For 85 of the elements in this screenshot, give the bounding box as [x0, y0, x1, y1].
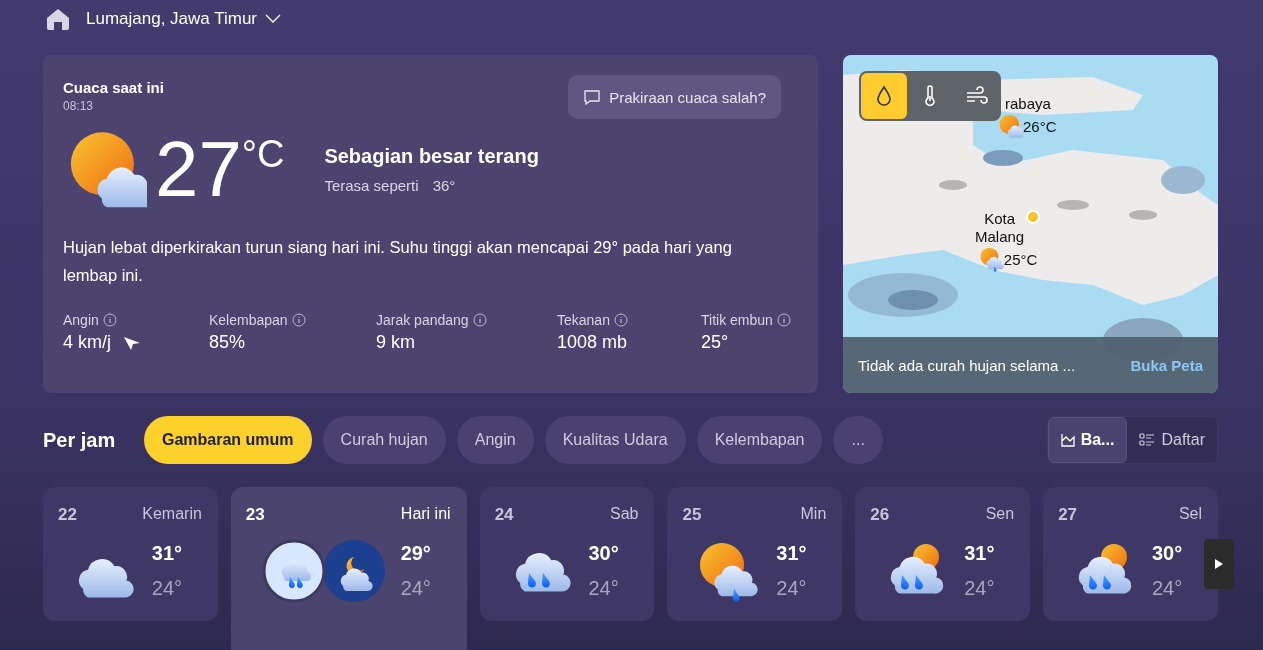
- stat-label: Titik embun: [701, 312, 773, 328]
- low-temperature: 24°: [964, 577, 996, 600]
- chevron-down-icon[interactable]: [265, 14, 282, 24]
- low-temperature: 24°: [588, 577, 620, 600]
- city-label: rabaya: [1005, 95, 1051, 113]
- current-temperature: 27: [155, 130, 242, 208]
- day-date: 26: [870, 505, 890, 525]
- info-icon[interactable]: [613, 313, 628, 327]
- day-card[interactable]: 25 Min 31° 24°: [667, 487, 843, 621]
- weather-map[interactable]: rabaya 26°C Kota Malang 25°C Tidak ada curah hujan selama ... Buka Peta: [843, 55, 1218, 393]
- day-date: 25: [682, 505, 702, 525]
- day-card[interactable]: 27 Sel 30° 24°: [1043, 487, 1218, 621]
- thermometer-icon: [925, 85, 935, 107]
- stat-value: 85%: [209, 332, 246, 353]
- high-temperature: 29°: [400, 542, 432, 565]
- wind-icon: [966, 86, 988, 104]
- sun-rain-icon: [977, 246, 1004, 272]
- low-temperature: 24°: [1152, 577, 1184, 600]
- day-card[interactable]: 22 Kemarin 31° 24°: [43, 487, 218, 621]
- high-temperature: 30°: [1152, 542, 1184, 565]
- stat-value: 4 km/j: [63, 332, 111, 353]
- home-icon[interactable]: [46, 8, 70, 30]
- wind-direction-arrow-icon: [123, 334, 141, 351]
- tab[interactable]: Kualitas Udara: [544, 416, 686, 464]
- feels-like-value: 36°: [432, 176, 456, 194]
- stat-value: 1008 mb: [557, 332, 628, 353]
- tab[interactable]: ...: [833, 416, 883, 464]
- rain-night-icon: [261, 539, 386, 603]
- tab[interactable]: Gambaran umum: [144, 416, 312, 464]
- day-name: Hari ini: [400, 505, 451, 524]
- day-date: 27: [1058, 505, 1078, 525]
- day-date: 23: [245, 505, 265, 525]
- info-icon[interactable]: [102, 313, 117, 327]
- section-title: Per jam: [43, 428, 117, 452]
- tab[interactable]: Kelembapan: [696, 416, 823, 464]
- stat-label: Kelembapan: [209, 312, 288, 328]
- high-temperature: 31°: [776, 542, 808, 565]
- day-date: 22: [58, 505, 77, 525]
- day-card[interactable]: 26 Sen 31° 24°: [855, 487, 1031, 621]
- condition-text: Sebagian besar terang: [324, 144, 539, 168]
- day-name: Sab: [610, 505, 639, 524]
- day-card[interactable]: 24 Sab 30° 24°: [479, 487, 655, 621]
- day-name: Sen: [985, 505, 1015, 524]
- map-layer-button[interactable]: [861, 73, 907, 119]
- temperature-unit: °C: [241, 133, 285, 176]
- next-button[interactable]: [1204, 539, 1234, 589]
- high-temperature: 31°: [151, 542, 184, 565]
- stat-value: 25°: [701, 332, 729, 353]
- day-name: Kemarin: [142, 505, 202, 524]
- card-title: Cuaca saat ini: [63, 79, 165, 96]
- day-name: Min: [800, 505, 827, 524]
- city-temperature: 25°C: [1003, 250, 1038, 268]
- stat-label: Angin: [63, 312, 99, 328]
- location-dot-icon: [1026, 210, 1041, 224]
- low-temperature: 24°: [776, 577, 808, 600]
- play-icon: [1214, 558, 1224, 570]
- feedback-button[interactable]: Prakiraan cuaca salah?: [568, 75, 781, 119]
- stat-label: Jarak pandang: [376, 312, 469, 328]
- info-icon[interactable]: [472, 313, 487, 327]
- tab[interactable]: Curah hujan: [322, 416, 446, 464]
- info-icon[interactable]: [291, 313, 306, 327]
- precipitation-note: Tidak ada curah hujan selama ...: [858, 356, 1076, 374]
- day-card[interactable]: 23 Hari ini 29° 24°: [230, 487, 467, 650]
- day-name: Sel: [1178, 505, 1202, 524]
- stat-label: Tekanan: [557, 312, 610, 328]
- info-icon[interactable]: [776, 313, 791, 327]
- view-toggle[interactable]: Daftar: [1127, 417, 1217, 463]
- city-temperature: 26°C: [1023, 117, 1057, 135]
- view-toggle[interactable]: Ba...: [1047, 417, 1128, 463]
- tab[interactable]: Angin: [456, 416, 534, 464]
- chart-icon: [1060, 433, 1075, 447]
- low-temperature: 24°: [151, 577, 184, 600]
- low-temperature: 24°: [400, 577, 432, 600]
- feels-like-label: Terasa seperti: [324, 176, 419, 194]
- city-label: Kota Malang: [975, 210, 1025, 246]
- drop-icon: [877, 86, 891, 106]
- list-icon: [1139, 433, 1156, 447]
- stat-value: 9 km: [376, 332, 415, 353]
- location-selector[interactable]: Lumajang, Jawa Timur: [86, 9, 258, 29]
- day-date: 24: [494, 505, 514, 525]
- forecast-summary: Hujan lebat diperkirakan turun siang hari ini. Suhu tinggi akan mencapai 29° pada hari yang lembap ini.: [63, 237, 733, 286]
- chat-icon: [583, 88, 602, 106]
- high-temperature: 30°: [588, 542, 620, 565]
- high-temperature: 31°: [964, 542, 996, 565]
- sun-cloud-icon: [997, 113, 1023, 139]
